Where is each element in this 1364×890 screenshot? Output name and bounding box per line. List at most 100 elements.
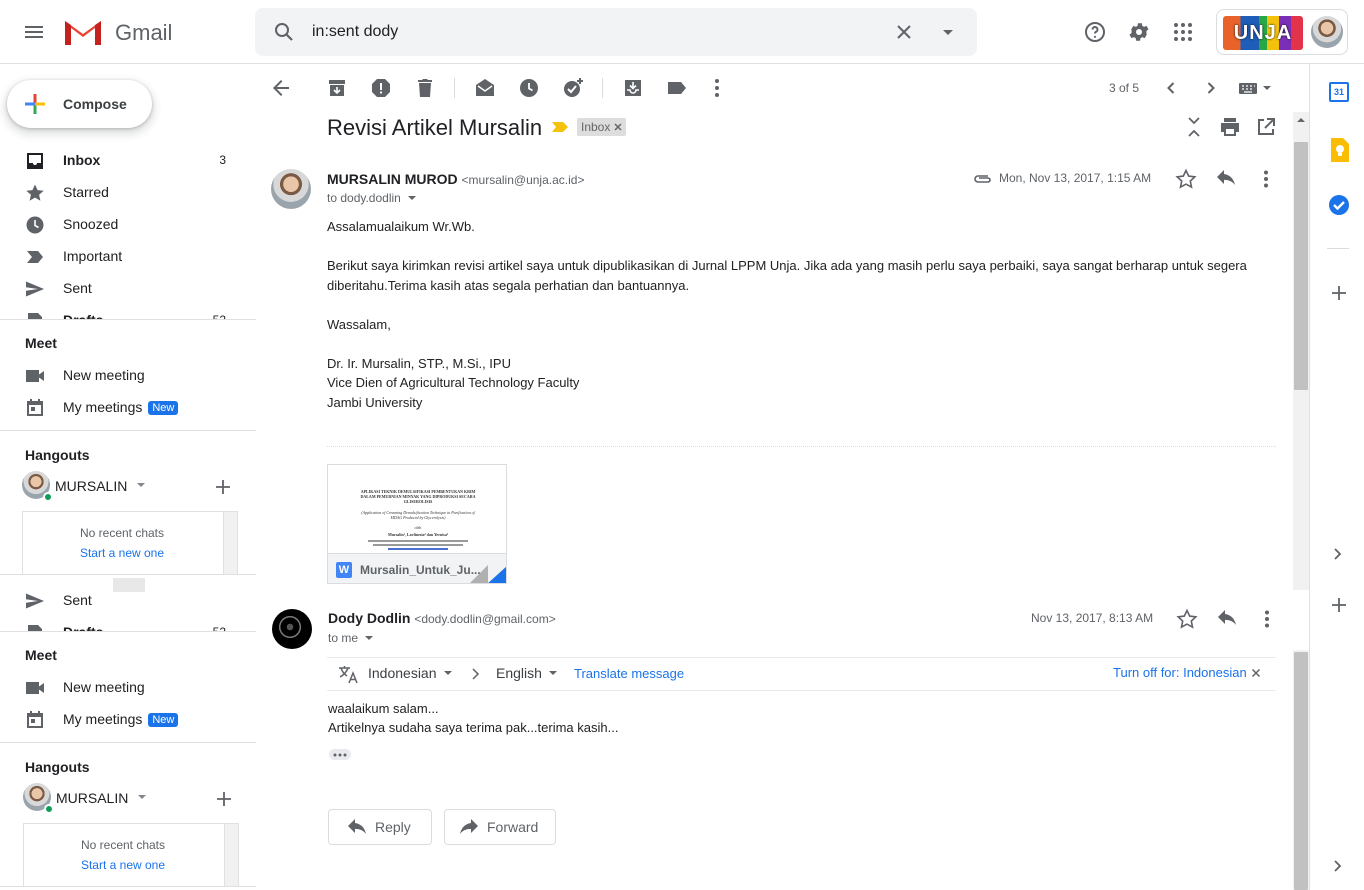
delete-trash-icon[interactable]	[413, 76, 437, 100]
sidebar-item-starred[interactable]: Starred	[0, 176, 256, 208]
main-menu-icon[interactable]	[22, 20, 46, 44]
show-trimmed-content-icon[interactable]	[329, 749, 351, 760]
search-icon[interactable]	[272, 20, 296, 44]
preview-subtitle: (Application of Creaming Demulsification…	[361, 510, 475, 520]
inbox-label-chip[interactable]: Inbox	[577, 118, 627, 136]
scroll-thumb[interactable]	[1294, 142, 1308, 390]
preview-affiliation-line	[368, 540, 468, 542]
label-tag-icon[interactable]	[665, 76, 689, 100]
sender-name[interactable]: MURSALIN MUROD	[327, 171, 458, 187]
open-new-window-icon[interactable]	[1255, 116, 1277, 138]
sidebar-item-snoozed[interactable]: Snoozed	[0, 208, 256, 240]
message-scrollbar[interactable]	[1293, 112, 1309, 590]
message-more-icon[interactable]	[1256, 608, 1278, 630]
add-chat-icon[interactable]	[214, 789, 234, 809]
scroll-up-arrow-icon[interactable]	[1295, 114, 1307, 126]
message-scrollbar[interactable]	[1293, 650, 1309, 890]
start-new-chat-link[interactable]: Start a new one	[24, 858, 222, 872]
mark-unread-icon[interactable]	[473, 76, 497, 100]
message-date: Mon, Nov 13, 2017, 1:15 AM	[999, 171, 1152, 185]
keyboard-input-icon[interactable]	[1238, 80, 1274, 96]
recipients-text: to dody.dodlin	[327, 191, 401, 205]
keep-addon-icon[interactable]	[1329, 138, 1349, 162]
close-translate-bar-icon[interactable]	[1251, 668, 1261, 678]
chat-scrollbar[interactable]	[224, 824, 238, 886]
divider	[0, 430, 256, 431]
compose-button[interactable]: Compose	[7, 80, 152, 128]
reply-arrow-icon[interactable]	[1216, 608, 1238, 630]
calendar-addon-icon[interactable]: 31	[1329, 82, 1349, 102]
recipients-line[interactable]: to me	[328, 631, 375, 645]
my-meetings-item[interactable]: My meetings New	[0, 391, 256, 423]
search-input[interactable]: in:sent dody	[312, 23, 398, 41]
star-toggle-icon[interactable]	[1175, 168, 1197, 190]
compose-label: Compose	[63, 96, 127, 112]
search-bar[interactable]: in:sent dody	[255, 8, 977, 56]
add-chat-icon[interactable]	[213, 477, 233, 497]
sidebar-item-drafts[interactable]: Drafts 52	[0, 304, 256, 320]
new-meeting-item[interactable]: New meeting	[0, 359, 256, 391]
reply-button[interactable]: Reply	[328, 809, 432, 845]
archive-icon[interactable]	[325, 76, 349, 100]
chevron-down-icon[interactable]	[134, 480, 148, 490]
sidebar-item-important[interactable]: Important	[0, 240, 256, 272]
source-language-select[interactable]: Indonesian	[368, 665, 453, 681]
turn-off-translation-link[interactable]: Turn off for: Indonesian	[1113, 665, 1247, 680]
star-toggle-icon[interactable]	[1176, 608, 1198, 630]
next-chevron-icon[interactable]	[1199, 76, 1223, 100]
new-meeting-item[interactable]: New meeting	[0, 671, 256, 703]
translate-message-link[interactable]: Translate message	[574, 666, 684, 681]
recipients-line[interactable]: to dody.dodlin	[327, 191, 418, 205]
previous-chevron-icon[interactable]	[1159, 76, 1183, 100]
settings-gear-icon[interactable]	[1127, 20, 1151, 44]
sidebar-item-label: Inbox	[63, 152, 101, 168]
sender-avatar[interactable]	[271, 169, 311, 209]
start-new-chat-link[interactable]: Start a new one	[23, 546, 221, 560]
sidebar-item-sent[interactable]: Sent	[0, 584, 256, 616]
apps-grid-icon[interactable]	[1171, 20, 1195, 44]
print-icon[interactable]	[1219, 116, 1241, 138]
scroll-thumb[interactable]	[1294, 652, 1308, 890]
snooze-clock-icon[interactable]	[517, 76, 541, 100]
sidebar-item-count: 3	[219, 153, 226, 167]
add-to-tasks-icon[interactable]	[561, 76, 585, 100]
report-spam-icon[interactable]	[369, 76, 393, 100]
move-to-icon[interactable]	[621, 76, 645, 100]
clear-search-icon[interactable]	[892, 20, 916, 44]
account-switcher[interactable]: UNJA	[1216, 9, 1348, 55]
tasks-addon-icon[interactable]	[1328, 194, 1350, 216]
my-meetings-label: My meetings	[63, 399, 143, 415]
hangouts-user-name[interactable]: MURSALIN	[55, 478, 127, 494]
chevron-down-icon[interactable]	[363, 633, 375, 643]
search-options-icon[interactable]	[936, 20, 960, 44]
back-arrow-icon[interactable]	[269, 76, 293, 100]
sidebar-item-drafts[interactable]: Drafts 52	[0, 616, 256, 632]
message-more-icon[interactable]	[1255, 168, 1277, 190]
sidebar-item-sent[interactable]: Sent	[0, 272, 256, 304]
gmail-logo-icon[interactable]	[63, 17, 103, 47]
remove-label-icon[interactable]	[614, 123, 622, 131]
my-meetings-item[interactable]: My meetings New	[0, 703, 256, 735]
important-marker-icon[interactable]	[551, 120, 569, 134]
forward-button[interactable]: Forward	[444, 809, 556, 845]
target-language-select[interactable]: English	[496, 665, 558, 681]
get-addons-plus-icon[interactable]	[1329, 595, 1349, 615]
divider	[0, 319, 256, 320]
more-options-icon[interactable]	[705, 76, 729, 100]
reply-arrow-icon[interactable]	[1215, 168, 1237, 190]
chevron-down-icon[interactable]	[406, 193, 418, 203]
sender-avatar[interactable]	[272, 609, 312, 649]
get-addons-plus-icon[interactable]	[1329, 283, 1349, 303]
chat-scrollbar[interactable]	[223, 512, 237, 574]
translate-bar-top-border	[327, 657, 1276, 658]
expand-panel-chevron-icon[interactable]	[1330, 858, 1346, 874]
hangouts-user-name[interactable]: MURSALIN	[56, 790, 128, 806]
account-avatar[interactable]	[1311, 16, 1343, 48]
expand-panel-chevron-icon[interactable]	[1330, 546, 1346, 562]
collapse-all-icon[interactable]	[1183, 116, 1205, 138]
help-icon[interactable]	[1083, 20, 1107, 44]
sidebar-item-inbox[interactable]: Inbox 3	[0, 144, 256, 176]
sender-name[interactable]: Dody Dodlin	[328, 610, 410, 626]
attachment-card[interactable]: APLIKASI TEKNIK DEMULSIFIKASI PEMBENTUKA…	[327, 464, 507, 584]
chevron-down-icon[interactable]	[135, 792, 149, 802]
